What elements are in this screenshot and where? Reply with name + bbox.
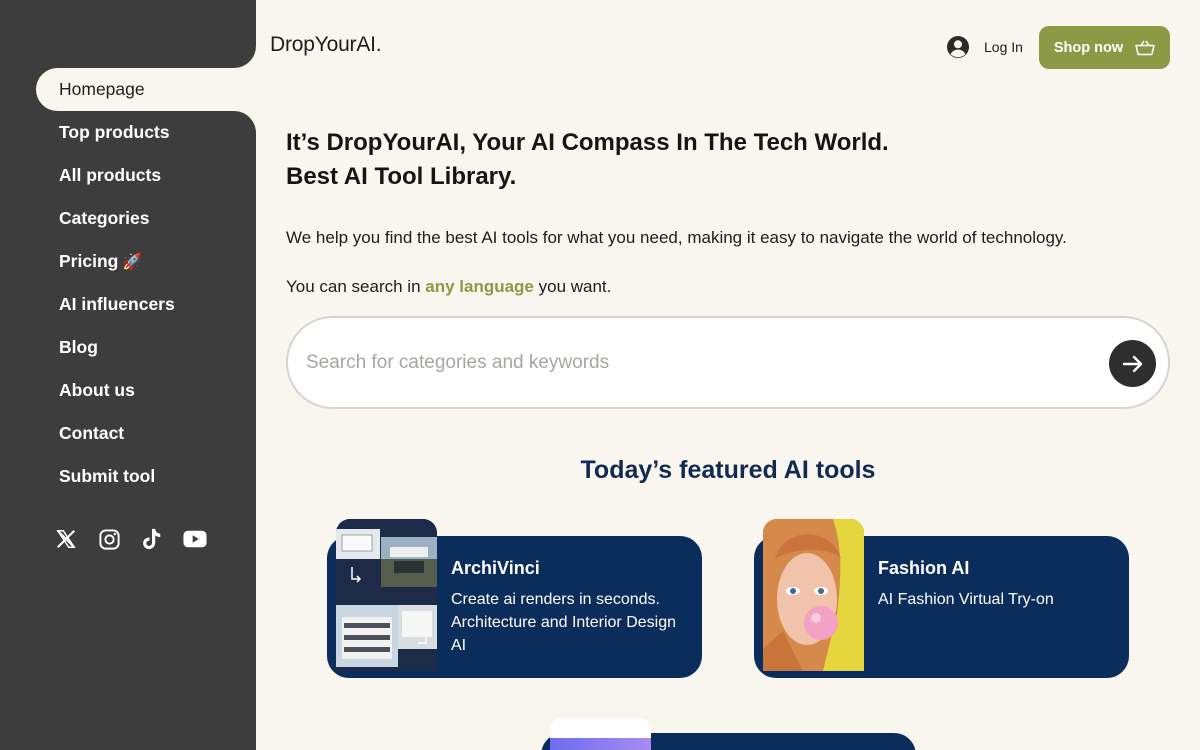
- sidebar-item-submit-tool[interactable]: Submit tool: [0, 455, 256, 498]
- user-avatar-icon: [947, 36, 969, 58]
- active-corner-top: [234, 46, 256, 68]
- search-input[interactable]: [306, 342, 1086, 384]
- youtube-icon[interactable]: [183, 525, 207, 553]
- login-button[interactable]: Log In: [946, 35, 1023, 59]
- sidebar-item-label: Submit tool: [59, 466, 156, 486]
- fashion-ai-thumbnail: [763, 519, 864, 671]
- social-links: [54, 525, 207, 553]
- sidebar-item-about-us[interactable]: About us: [0, 369, 256, 412]
- hero-title-line-1: It’s DropYourAI, Your AI Compass In The …: [286, 129, 889, 156]
- card-title: ArchiVinci: [451, 558, 540, 578]
- sidebar-item-label: Pricing: [59, 251, 119, 271]
- sidebar-item-label: Top products: [59, 122, 170, 142]
- sidebar-item-label: Blog: [59, 337, 98, 357]
- hero-language-note: You can search in any language you want.: [286, 277, 611, 297]
- lang-prefix: You can search in: [286, 277, 426, 296]
- sidebar-item-top-products[interactable]: Top products: [0, 111, 256, 154]
- sidebar-item-ai-influencers[interactable]: AI influencers: [0, 283, 256, 326]
- card-description: Create ai renders in seconds. Architectu…: [451, 591, 676, 654]
- site-logo[interactable]: DropYourAI.: [270, 33, 382, 57]
- sidebar-item-homepage[interactable]: Homepage: [36, 46, 256, 133]
- basket-icon: [1135, 40, 1155, 55]
- arrow-right-icon: [1122, 355, 1142, 372]
- login-label: Log In: [984, 39, 1023, 55]
- hero-title-line-2: Best AI Tool Library.: [286, 163, 517, 190]
- featured-section-title: Today’s featured AI tools: [580, 456, 876, 484]
- card-description: AI Fashion Virtual Try-on: [878, 591, 1054, 608]
- featured-card-fashion-ai[interactable]: Fashion AI AI Fashion Virtual Try-on: [754, 519, 1129, 678]
- archivinci-thumbnail: [336, 519, 437, 671]
- lang-suffix: you want.: [533, 277, 612, 296]
- any-language-highlight: any language: [425, 277, 534, 296]
- partial-card-thumbnail: [550, 718, 651, 750]
- sidebar-item-label: About us: [59, 380, 135, 400]
- hero-description: We help you find the best AI tools for w…: [286, 228, 1067, 247]
- rocket-icon: 🚀: [122, 254, 143, 271]
- card-title: Fashion AI: [878, 558, 970, 578]
- search-submit-button[interactable]: [1109, 340, 1156, 387]
- shop-now-button[interactable]: Shop now: [1039, 26, 1170, 69]
- sidebar-item-label: Contact: [59, 423, 125, 443]
- tiktok-icon[interactable]: [140, 525, 164, 553]
- sidebar-nav: Homepage Top products All products Categ…: [0, 46, 256, 498]
- sidebar-item-categories[interactable]: Categories: [0, 197, 256, 240]
- x-icon[interactable]: [54, 525, 78, 553]
- shop-now-label: Shop now: [1053, 39, 1124, 56]
- sidebar-item-label: AI influencers: [59, 294, 175, 314]
- search-bar: [286, 316, 1170, 409]
- featured-card-archivinci[interactable]: ArchiVinci Create ai renders in seconds.…: [327, 519, 702, 678]
- partial-card-gradient: [550, 738, 651, 750]
- sidebar-item-pricing[interactable]: Pricing 🚀: [0, 240, 256, 283]
- sidebar-item-label: All products: [59, 165, 162, 185]
- sidebar-item-label: Categories: [59, 208, 150, 228]
- sidebar-item-label: Homepage: [59, 79, 145, 99]
- sidebar-item-contact[interactable]: Contact: [0, 412, 256, 455]
- sidebar-item-all-products[interactable]: All products: [0, 154, 256, 197]
- sidebar-item-blog[interactable]: Blog: [0, 326, 256, 369]
- hero-title: It’s DropYourAI, Your AI Compass In The …: [286, 126, 889, 194]
- instagram-icon[interactable]: [97, 525, 121, 553]
